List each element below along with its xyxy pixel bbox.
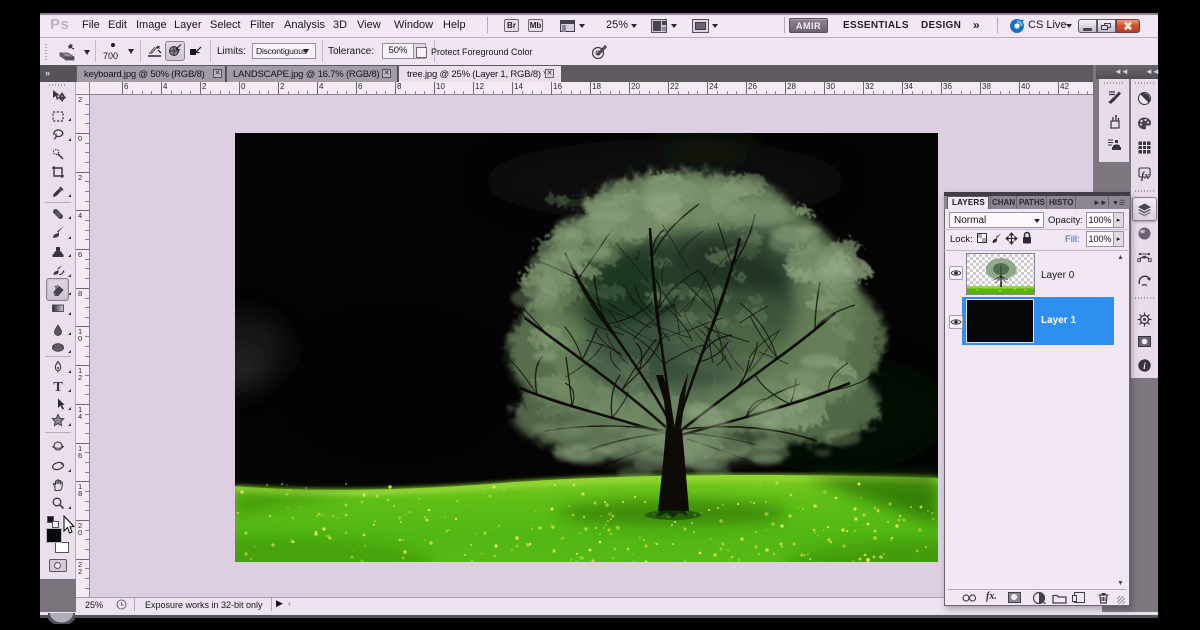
svg-text:T: T [53,380,63,394]
svg-text:fx: fx [1141,171,1149,181]
